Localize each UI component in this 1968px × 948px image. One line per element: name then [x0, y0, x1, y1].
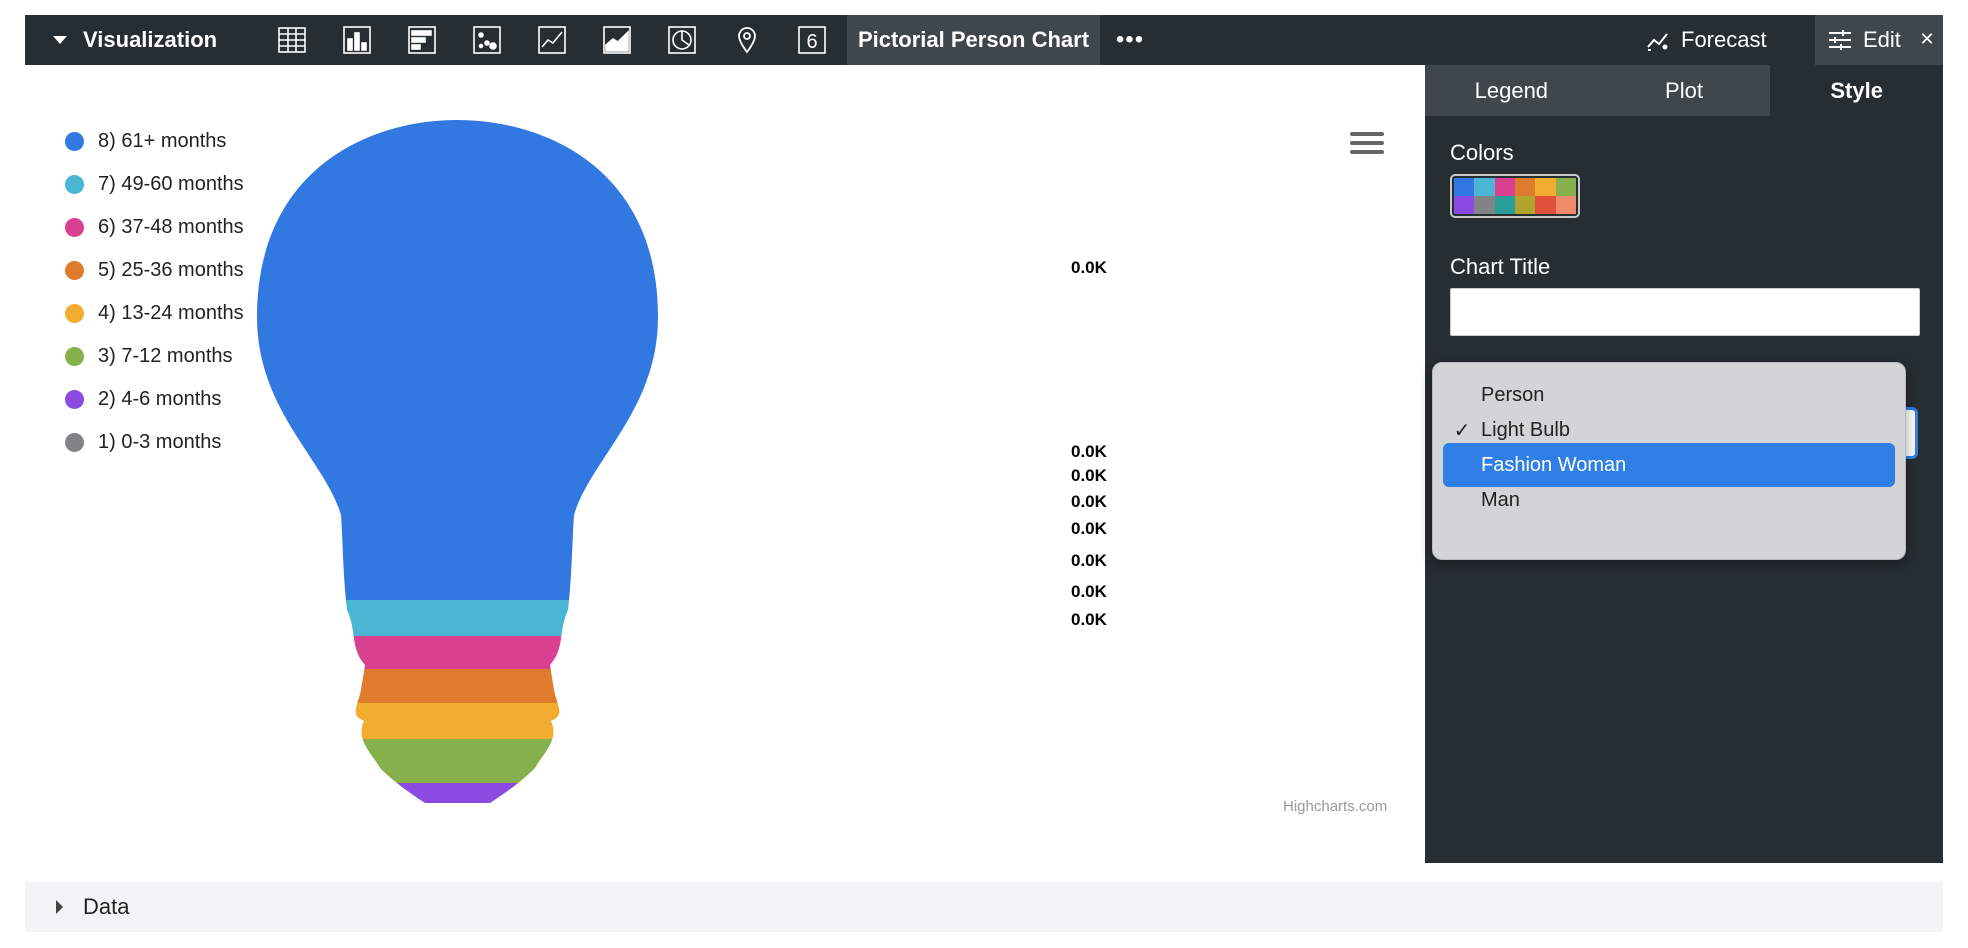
palette-swatch	[1494, 196, 1515, 214]
bulb-segment[interactable]	[225, 703, 725, 739]
data-label: 0.0K	[1071, 551, 1108, 570]
visualization-toggle[interactable]: Visualization	[25, 15, 275, 65]
data-label: 0.0K	[1071, 582, 1108, 601]
chart-area: 8) 61+ months 7) 49-60 months 6) 37-48 mon…	[25, 65, 1425, 865]
data-label: 0.0K	[1071, 442, 1108, 461]
option-label: Light Bulb	[1481, 418, 1570, 441]
palette-swatch	[1454, 178, 1475, 196]
palette-swatch	[1535, 196, 1556, 214]
tab-style[interactable]: Style	[1770, 65, 1944, 116]
checkmark-icon: ✓	[1453, 419, 1471, 442]
caret-right-icon	[56, 900, 63, 914]
tab-legend[interactable]: Legend	[1425, 65, 1598, 116]
bulb-segment[interactable]	[225, 636, 725, 669]
forecast-icon	[1647, 33, 1668, 51]
option-label: Fashion Woman	[1481, 453, 1627, 476]
palette-swatch	[1555, 178, 1576, 196]
palette-swatch	[1555, 196, 1576, 214]
palette-swatch	[1515, 178, 1536, 196]
column-chart-icon[interactable]	[342, 25, 372, 55]
option-label: Man	[1481, 488, 1520, 511]
palette-swatch	[1535, 178, 1556, 196]
data-section-label: Data	[83, 894, 130, 919]
data-label: 0.0K	[1071, 258, 1108, 277]
chart-menu-button[interactable]	[1350, 132, 1384, 158]
forecast-button[interactable]: Forecast	[1645, 15, 1825, 65]
single-value-glyph: 6	[806, 31, 817, 53]
bulb-segment[interactable]	[225, 600, 725, 636]
palette-swatch	[1474, 178, 1495, 196]
bulb-segment[interactable]	[225, 115, 725, 600]
bulb-segment[interactable]	[225, 669, 725, 703]
palette-swatch	[1515, 196, 1536, 214]
palette-swatch	[1494, 178, 1515, 196]
forecast-label: Forecast	[1681, 27, 1767, 52]
data-label: 0.0K	[1071, 466, 1108, 485]
more-options-button[interactable]: •••	[1110, 15, 1150, 65]
colors-label: Colors	[1450, 140, 1514, 165]
close-icon[interactable]: ✕	[1917, 29, 1937, 49]
map-pin-icon[interactable]	[732, 25, 762, 55]
line-chart-icon[interactable]	[537, 25, 567, 55]
sliders-icon	[1829, 30, 1851, 50]
tab-pictorial-person-chart[interactable]: Pictorial Person Chart	[847, 15, 1100, 65]
bulb-segment[interactable]	[225, 783, 725, 820]
chart-credits[interactable]: Highcharts.com	[1283, 798, 1387, 815]
bulb-segment[interactable]	[225, 739, 725, 783]
color-palette-picker[interactable]	[1450, 174, 1580, 218]
area-chart-icon[interactable]	[602, 25, 632, 55]
table-icon[interactable]	[277, 25, 307, 55]
shape-dropdown-menu: Person ✓ Light Bulb Fashion Woman Man	[1432, 362, 1906, 560]
panel-tabs: Legend Plot Style	[1425, 65, 1944, 116]
chart-title-label: Chart Title	[1450, 254, 1551, 279]
bulb-segment[interactable]	[225, 820, 725, 865]
data-label: 0.0K	[1071, 610, 1108, 629]
caret-down-icon	[53, 36, 67, 44]
palette-swatch	[1474, 196, 1495, 214]
palette-swatch	[1454, 196, 1475, 214]
data-label: 0.0K	[1071, 519, 1108, 538]
single-value-icon[interactable]: 6	[797, 25, 827, 55]
data-label: 0.0K	[1071, 492, 1108, 511]
visualization-toolbar: Visualization 6 Pictorial Person Chart •…	[25, 15, 1943, 65]
tab-plot[interactable]: Plot	[1598, 65, 1771, 116]
pie-chart-icon[interactable]	[667, 25, 697, 55]
visualization-label: Visualization	[83, 27, 218, 52]
light-bulb-chart: 0.0K 0.0K 0.0K 0.0K 0.0K 0.0K 0.0K 0.0K	[225, 115, 1108, 865]
scatter-icon[interactable]	[472, 25, 502, 55]
dropdown-option-man[interactable]: Man	[1443, 478, 1895, 522]
bar-chart-icon[interactable]	[407, 25, 437, 55]
option-label: Person	[1481, 383, 1545, 406]
data-section-toggle[interactable]: Data	[25, 882, 1943, 932]
chart-title-input[interactable]	[1450, 288, 1920, 336]
edit-label: Edit	[1863, 27, 1901, 52]
